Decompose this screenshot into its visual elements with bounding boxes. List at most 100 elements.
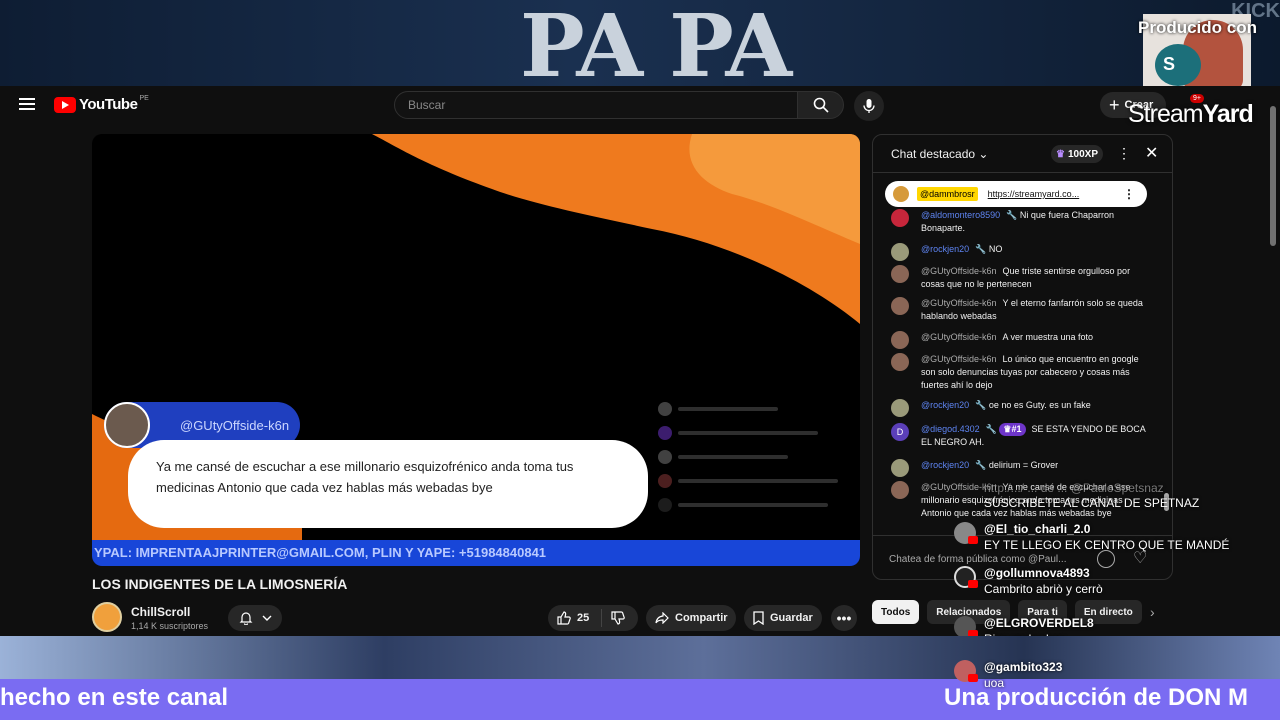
streamyard-word-a: Stream <box>1128 100 1204 128</box>
chat-options-icon[interactable]: ⋮ <box>1117 145 1131 162</box>
chat-user[interactable]: @GUtyOffside-k6n <box>921 332 997 342</box>
hamburger-menu-icon[interactable] <box>19 98 35 110</box>
more-dots-icon: ••• <box>836 610 852 626</box>
chat-user[interactable]: @rockjen20 <box>921 400 969 410</box>
xp-badge[interactable]: ♛ 100XP <box>1051 145 1103 163</box>
chat-user[interactable]: @GUtyOffside-k6n <box>921 298 997 308</box>
video-ticker: YPAL: IMPRENTAAJPRINTER@GMAIL.COM, PLIN … <box>92 540 860 566</box>
voice-search-button[interactable] <box>854 91 884 121</box>
bookmark-icon <box>753 611 764 625</box>
thumbs-up-icon <box>557 611 571 625</box>
pinned-avatar <box>893 186 909 202</box>
overlay-text: uoa <box>984 676 1005 690</box>
plus-icon: + <box>1109 94 1120 115</box>
wrench-icon: 🔧 <box>1006 210 1020 220</box>
overlay-text: EY TE LLEGO EK CENTRO QUE TE MANDÉ <box>984 538 1230 552</box>
like-button[interactable]: 25 <box>548 609 602 627</box>
notification-bell-button[interactable] <box>228 605 282 631</box>
pinned-link[interactable]: https://streamyard.co... <box>988 189 1080 199</box>
search-box <box>394 91 798 119</box>
video-title: LOS INDIGENTES DE LA LIMOSNERÍA <box>92 576 348 592</box>
producido-label: Producido con <box>1138 18 1257 37</box>
country-code: PE <box>139 95 149 102</box>
chevron-right-icon[interactable]: › <box>1150 604 1155 620</box>
share-arrow-icon <box>655 612 669 624</box>
youtube-badge-icon <box>968 580 978 588</box>
chat-message: @GUtyOffside-k6n Que triste sentirse orgu… <box>891 265 1153 291</box>
chat-user[interactable]: @aldomontero8590 <box>921 210 1000 220</box>
wrench-icon: 🔧 <box>975 460 989 470</box>
youtube-logo[interactable]: YouTube PE <box>54 95 149 113</box>
live-chat-panel: Chat destacado ⌄ ♛ 100XP ⋮ ✕ @dammbrosr h… <box>872 134 1173 580</box>
chat-message: @aldomontero8590 🔧 Ni que fuera Chaparron… <box>891 209 1153 235</box>
chevron-down-icon: ⌄ <box>978 147 989 161</box>
faint-overlay-text: http:/.../ ... de ... @PauloSpetsnaz <box>984 481 1164 495</box>
crown-icon: ♛ <box>1056 148 1065 160</box>
subscriber-count: 1,14 K suscriptores <box>131 621 209 631</box>
chat-text: A ver muestra una foto <box>1002 332 1094 342</box>
wrench-icon: 🔧 <box>975 244 989 254</box>
subscribe-overlay: http:/.../ ... de ... @PauloSpetsnaz SUS… <box>984 481 1200 510</box>
bell-icon <box>239 612 252 625</box>
thumbs-down-icon <box>611 611 625 625</box>
chat-user[interactable]: @rockjen20 <box>921 460 969 470</box>
overlay-user: @ELGROVERDEL8 <box>984 616 1094 630</box>
close-icon[interactable]: ✕ <box>1145 143 1158 163</box>
chat-message: @rockjen20 🔧 NO <box>891 243 1153 261</box>
chat-title: Chat destacado <box>891 147 976 161</box>
youtube-badge-icon <box>968 674 978 682</box>
more-actions-button[interactable]: ••• <box>831 605 857 631</box>
stream-banner: PA PA KICK S Producido con <box>0 0 1280 86</box>
overlay-user: @El_tio_charli_2.0 <box>984 522 1091 536</box>
overlay-user: @gollumnova4893 <box>984 566 1090 580</box>
youtube-play-icon <box>54 96 76 113</box>
youtube-page: YouTube PE + Crear 9+ StreamYard <box>0 86 1280 636</box>
search-button[interactable] <box>797 91 844 119</box>
banner-title: PA PA <box>520 0 792 87</box>
pinned-user: @dammbrosr <box>917 187 978 201</box>
chat-user[interactable]: @GUtyOffside-k6n <box>921 354 997 364</box>
search-icon <box>813 97 829 113</box>
chat-message: @rockjen20 🔧 delirium = Grover <box>891 459 1153 477</box>
chat-user[interactable]: @diegod.4302 <box>921 424 980 434</box>
video-mini-chat <box>658 402 850 530</box>
duck-logo-letter-icon: S <box>1163 54 1176 74</box>
chat-user[interactable]: @GUtyOffside-k6n <box>921 266 997 276</box>
chat-text: oe no es Guty. es un fake <box>988 400 1091 410</box>
chat-mode-dropdown[interactable]: Chat destacado ⌄ <box>891 147 988 161</box>
pinned-options-icon[interactable]: ⋮ <box>1123 187 1135 201</box>
share-button[interactable]: Compartir <box>646 605 736 631</box>
streamyard-watermark: StreamYard <box>1128 100 1254 129</box>
overlay-user: @gambito323 <box>984 660 1063 674</box>
chat-text: NO <box>988 244 1003 254</box>
video-message-text: Ya me cansé de escuchar a ese millonario… <box>156 459 574 495</box>
dislike-button[interactable] <box>602 611 625 625</box>
emoji-icon[interactable] <box>1097 550 1115 568</box>
member-badge: ♛#1 <box>999 423 1026 436</box>
subscribe-text: SUSCRIBETE AL CANAL DE SPETNAZ <box>984 496 1200 510</box>
search-input[interactable] <box>395 92 797 118</box>
chat-message: @GUtyOffside-k6n Lo único que encuentro e… <box>891 353 1153 392</box>
chat-message: D @diegod.4302 🔧 ♛#1 SE ESTA YENDO DE BOCA … <box>891 423 1153 449</box>
pinned-message[interactable]: @dammbrosr https://streamyard.co... ⋮ <box>885 181 1147 207</box>
save-label: Guardar <box>770 612 813 624</box>
save-button[interactable]: Guardar <box>744 605 822 631</box>
chat-message: @GUtyOffside-k6n Y el eterno fanfarrón so… <box>891 297 1153 323</box>
chat-message: @rockjen20 🔧 oe no es Guty. es un fake <box>891 399 1153 417</box>
bottom-banner-left-text: hecho en este canal <box>0 684 229 711</box>
wrench-icon: 🔧 <box>985 424 1000 434</box>
channel-name[interactable]: ChillScroll <box>131 605 190 619</box>
xp-value: 100XP <box>1067 148 1098 160</box>
chat-user[interactable]: @rockjen20 <box>921 244 969 254</box>
video-user-name: @GUtyOffside-k6n <box>180 418 290 433</box>
overlay-text: Cambrito abriò y cerrò <box>984 582 1103 596</box>
channel-avatar[interactable] <box>92 602 122 632</box>
chat-scrollbar[interactable] <box>1163 175 1169 531</box>
streamyard-word-b: Yard <box>1202 100 1254 128</box>
wrench-icon: 🔧 <box>975 400 989 410</box>
duck-logo-icon <box>1155 44 1201 86</box>
like-count: 25 <box>577 612 590 624</box>
page-scrollbar[interactable] <box>1268 100 1278 630</box>
video-player[interactable]: @GUtyOffside-k6n Ya me cansé de escuchar… <box>92 134 860 566</box>
chip-todos[interactable]: Todos <box>872 600 920 624</box>
